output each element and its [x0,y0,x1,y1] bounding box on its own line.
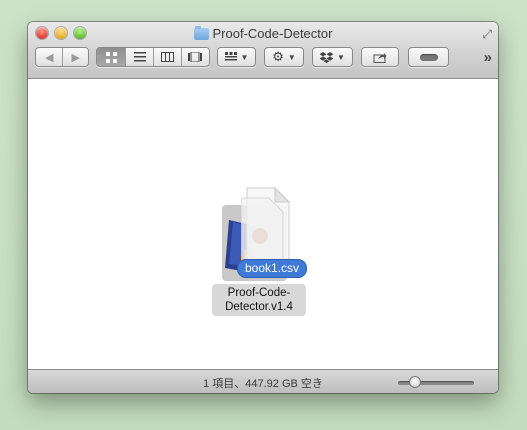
title-toolbar: Proof-Code-Detector ⤢ ◀ ▶ ▼ ⚙ ▼ ▼ » [28,22,498,79]
coverflow-view-icon [188,52,203,62]
status-bar: 1 項目、447.92 GB 空き [28,369,498,393]
tag-button[interactable] [408,47,449,67]
fullscreen-icon[interactable]: ⤢ [482,27,492,42]
drag-filename-badge: book1.csv [237,259,308,278]
chevron-down-icon: ▼ [240,52,249,62]
tag-pill-icon [419,53,438,61]
gear-icon: ⚙ [272,49,284,64]
dropbox-icon [320,51,334,63]
forward-button[interactable]: ▶ [62,48,88,66]
chevron-down-icon: ▼ [337,52,345,62]
list-view-icon [133,52,146,62]
back-forward-control: ◀ ▶ [35,47,89,67]
list-view-button[interactable] [125,48,153,66]
double-chevron-right-icon[interactable]: » [484,49,492,66]
icon-view-icon [105,51,117,63]
arrange-button[interactable]: ▼ [217,47,256,67]
coverflow-view-button[interactable] [180,48,209,66]
icon-size-slider-thumb[interactable] [409,376,421,388]
share-icon [373,52,387,63]
icon-view-button[interactable] [97,48,126,66]
column-view-icon [160,52,174,62]
dropbox-button[interactable]: ▼ [312,47,353,67]
back-button[interactable]: ◀ [36,48,62,66]
file-name-label[interactable]: Proof-Code- Detector.v1.4 [212,284,306,316]
csv-document-icon [241,186,291,264]
column-view-button[interactable] [153,48,181,66]
folder-icon [193,26,209,40]
finder-window: Proof-Code-Detector ⤢ ◀ ▶ ▼ ⚙ ▼ ▼ » book… [28,22,498,393]
window-title-text: Proof-Code-Detector [212,26,333,41]
file-name-line-2: Detector.v1.4 [225,301,293,313]
arrange-grid-icon [224,52,237,61]
view-mode-control [96,47,210,67]
window-title: Proof-Code-Detector [28,26,498,42]
chevron-down-icon: ▼ [287,52,296,62]
file-area[interactable]: book1.csv Proof-Code- Detector.v1.4 [28,79,498,369]
action-button[interactable]: ⚙ ▼ [264,47,304,67]
file-name-line-1: Proof-Code- [227,287,291,299]
chevron-left-icon: ◀ [45,51,54,64]
share-button[interactable] [361,47,399,67]
file-item[interactable]: book1.csv Proof-Code- Detector.v1.4 [209,186,309,316]
chevron-right-icon: ▶ [71,51,80,64]
